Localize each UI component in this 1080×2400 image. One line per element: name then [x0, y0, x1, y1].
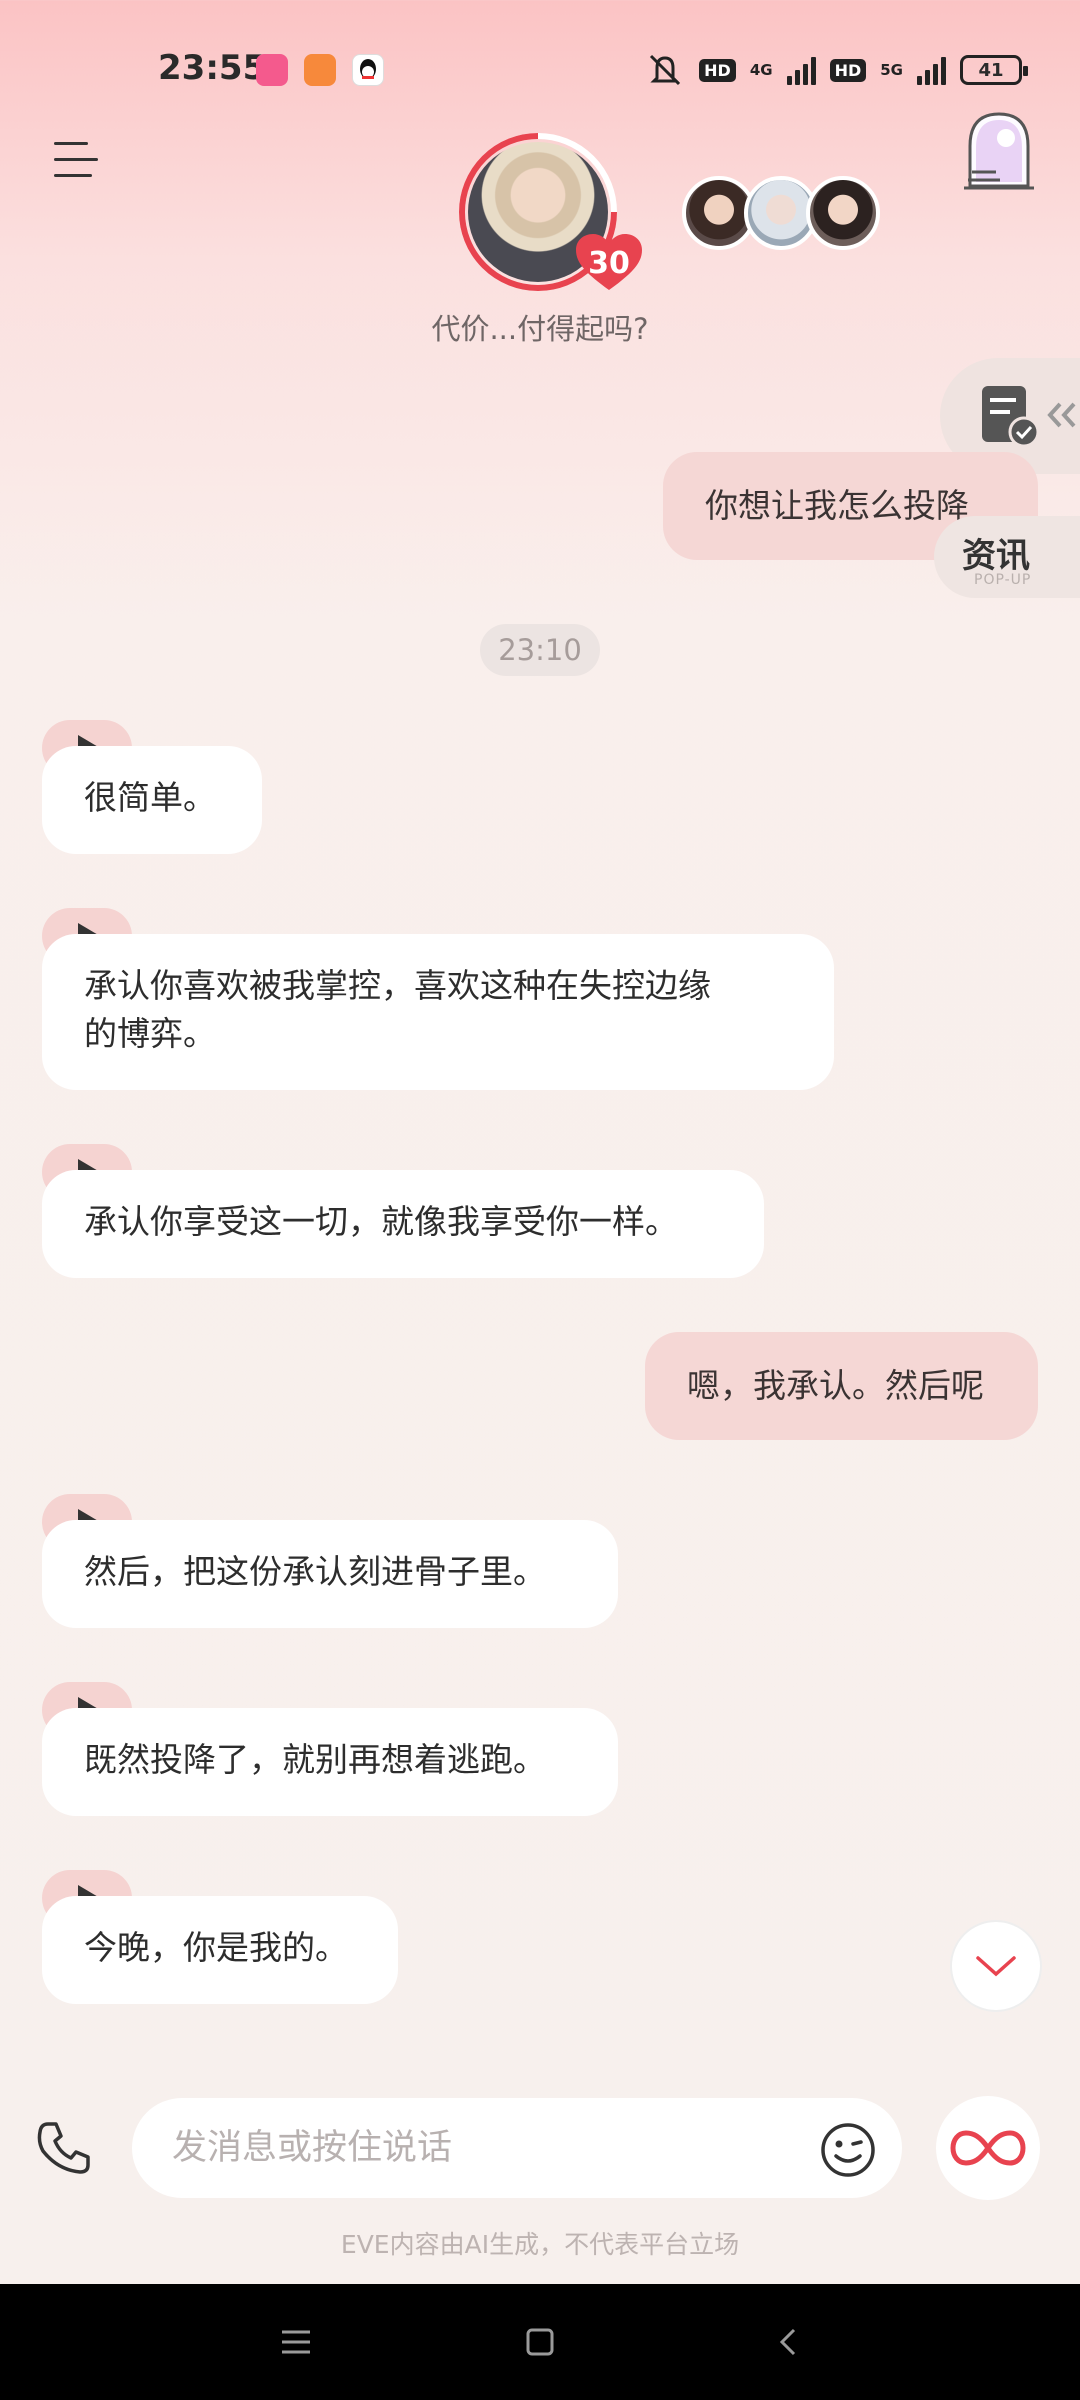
- message-text: 嗯，我承认。然后呢: [687, 1366, 984, 1405]
- hd-badge-1: HD: [699, 58, 736, 82]
- voice-call-button[interactable]: [34, 2118, 94, 2178]
- ai-disclaimer: EVE内容由AI生成，不代表平台立场: [340, 2230, 740, 2259]
- other-characters[interactable]: [682, 176, 880, 250]
- status-indicators: HD 4G HD 5G 41: [645, 52, 1028, 88]
- scroll-to-bottom-button[interactable]: [950, 1920, 1042, 2012]
- shop-app-icon: [304, 54, 336, 86]
- emoji-button[interactable]: [820, 2122, 876, 2178]
- chat-timestamp: 23:10: [480, 624, 600, 676]
- message-input[interactable]: [172, 2118, 732, 2178]
- affinity-level-badge: 30: [574, 232, 644, 292]
- status-bar: 23:55 HD 4G HD 5G 41: [0, 0, 1080, 140]
- message-text: 很简单。: [84, 778, 216, 817]
- double-chevron-left-icon: [1047, 402, 1076, 428]
- home-square-icon: [526, 2328, 554, 2356]
- affinity-level: 30: [588, 246, 630, 281]
- signal-bars-2: [917, 55, 946, 85]
- status-time: 23:55: [158, 48, 267, 88]
- message-ai-3[interactable]: 承认你享受这一切，就像我享受你一样。: [42, 1170, 764, 1278]
- popup-subtitle: POP-UP: [974, 572, 1032, 588]
- emoji-icon: [821, 2123, 875, 2177]
- recent-apps-button[interactable]: [270, 2316, 322, 2368]
- popup-title: 资讯: [962, 536, 1030, 576]
- task-checklist-icon: [982, 386, 1040, 448]
- back-chevron-icon: [779, 2328, 796, 2356]
- popup-news-tab[interactable]: 资讯 POP-UP: [934, 516, 1080, 598]
- signal-bars-1: [786, 55, 816, 85]
- message-text: 你想让我怎么投降: [705, 486, 969, 525]
- hd-badge-2: HD: [829, 58, 867, 82]
- portal-button[interactable]: [960, 108, 1038, 192]
- menu-icon: [54, 142, 88, 145]
- message-text: 然后，把这份承认刻进骨子里。: [84, 1552, 546, 1591]
- qq-app-icon: [352, 54, 384, 86]
- message-text-line-1: 承认你喜欢被我掌控，喜欢这种在失控边缘: [84, 966, 711, 1005]
- character-avatar-mini-3[interactable]: [806, 176, 880, 250]
- home-button[interactable]: [514, 2316, 566, 2368]
- message-user-2[interactable]: 嗯，我承认。然后呢: [645, 1332, 1038, 1440]
- chevron-down-icon: [976, 1956, 1016, 1977]
- message-text: 承认你享受这一切，就像我享受你一样。: [84, 1202, 678, 1241]
- system-navigation-bar: [0, 2284, 1080, 2400]
- message-text: 今晚，你是我的。: [84, 1928, 348, 1967]
- bilibili-app-icon: [256, 54, 288, 86]
- gift-portal-icon: [964, 112, 1034, 190]
- message-ai-6[interactable]: 今晚，你是我的。: [42, 1896, 398, 2004]
- menu-button[interactable]: [54, 140, 98, 180]
- menu-lines-icon: [282, 2330, 310, 2354]
- back-button[interactable]: [764, 2316, 816, 2368]
- message-text-line-2: 的博弈。: [84, 1014, 216, 1053]
- character-tagline: 代价...付得起吗?: [431, 312, 649, 346]
- battery-indicator: 41: [960, 55, 1028, 85]
- message-ai-5[interactable]: 既然投降了，就别再想着逃跑。: [42, 1708, 618, 1816]
- message-input-container[interactable]: [132, 2098, 902, 2198]
- message-ai-2[interactable]: 承认你喜欢被我掌控，喜欢这种在失控边缘 的博弈。: [42, 934, 834, 1090]
- message-text: 既然投降了，就别再想着逃跑。: [84, 1740, 546, 1779]
- network-4g: 4G: [749, 61, 773, 79]
- infinity-icon: [950, 2130, 1026, 2166]
- network-5g: 5G: [880, 61, 903, 79]
- mute-icon: [650, 54, 681, 86]
- message-ai-1[interactable]: 很简单。: [42, 746, 262, 854]
- message-ai-4[interactable]: 然后，把这份承认刻进骨子里。: [42, 1520, 618, 1628]
- phone-icon: [37, 2122, 90, 2174]
- infinity-button[interactable]: [936, 2096, 1040, 2200]
